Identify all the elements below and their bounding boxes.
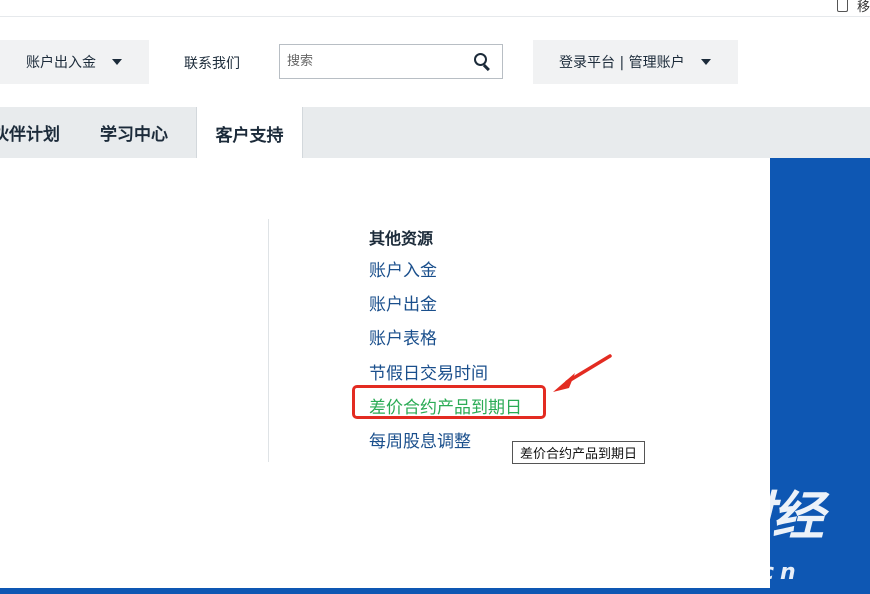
login-menu-label: 登录平台 | 管理账户 <box>559 55 685 71</box>
deposit-menu-label: 账户出入金 <box>26 55 96 71</box>
mobile-phone-icon[interactable] <box>837 0 848 12</box>
top-utility-bar: 移 <box>0 0 870 17</box>
contact-us-link[interactable]: 联系我们 <box>184 53 240 73</box>
resource-link-withdrawal[interactable]: 账户出金 <box>369 290 437 315</box>
column-divider <box>268 219 269 462</box>
site-header: 账户出入金 联系我们 登录平台 | 管理账户 <box>0 17 870 107</box>
resource-link-account-forms[interactable]: 账户表格 <box>369 324 437 349</box>
nav-item-learning-center[interactable]: 学习中心 <box>100 107 168 158</box>
search-icon[interactable] <box>472 51 494 73</box>
deposit-withdraw-menu-button[interactable]: 账户出入金 <box>0 40 149 84</box>
nav-item-partner-program[interactable]: 伙伴计划 <box>0 107 60 158</box>
watermark-logo: 海马财经 <box>622 487 824 547</box>
chevron-down-icon <box>112 59 122 65</box>
chevron-down-icon <box>700 59 711 65</box>
annotation-highlight-box <box>352 385 546 419</box>
resource-link-deposit[interactable]: 账户入金 <box>369 256 437 281</box>
search-input[interactable] <box>280 44 472 79</box>
main-nav: 伙伴计划 学习中心 客户支持 <box>0 107 870 159</box>
annotation-arrow-icon <box>553 354 612 392</box>
login-manage-account-menu-button[interactable]: 登录平台 | 管理账户 <box>533 40 738 84</box>
mobile-label[interactable]: 移 <box>857 0 870 15</box>
link-tooltip: 差价合约产品到期日 <box>512 441 646 464</box>
resource-link-holiday-trading-hours[interactable]: 节假日交易时间 <box>369 359 488 384</box>
search-box <box>279 44 503 79</box>
nav-item-customer-support[interactable]: 客户支持 <box>196 107 303 159</box>
resource-link-weekly-dividend-adjustment[interactable]: 每周股息调整 <box>369 427 471 452</box>
watermark-url: zzrt01.cn <box>633 560 802 585</box>
resources-heading: 其他资源 <box>369 229 434 248</box>
blue-bottom-band <box>0 588 870 594</box>
